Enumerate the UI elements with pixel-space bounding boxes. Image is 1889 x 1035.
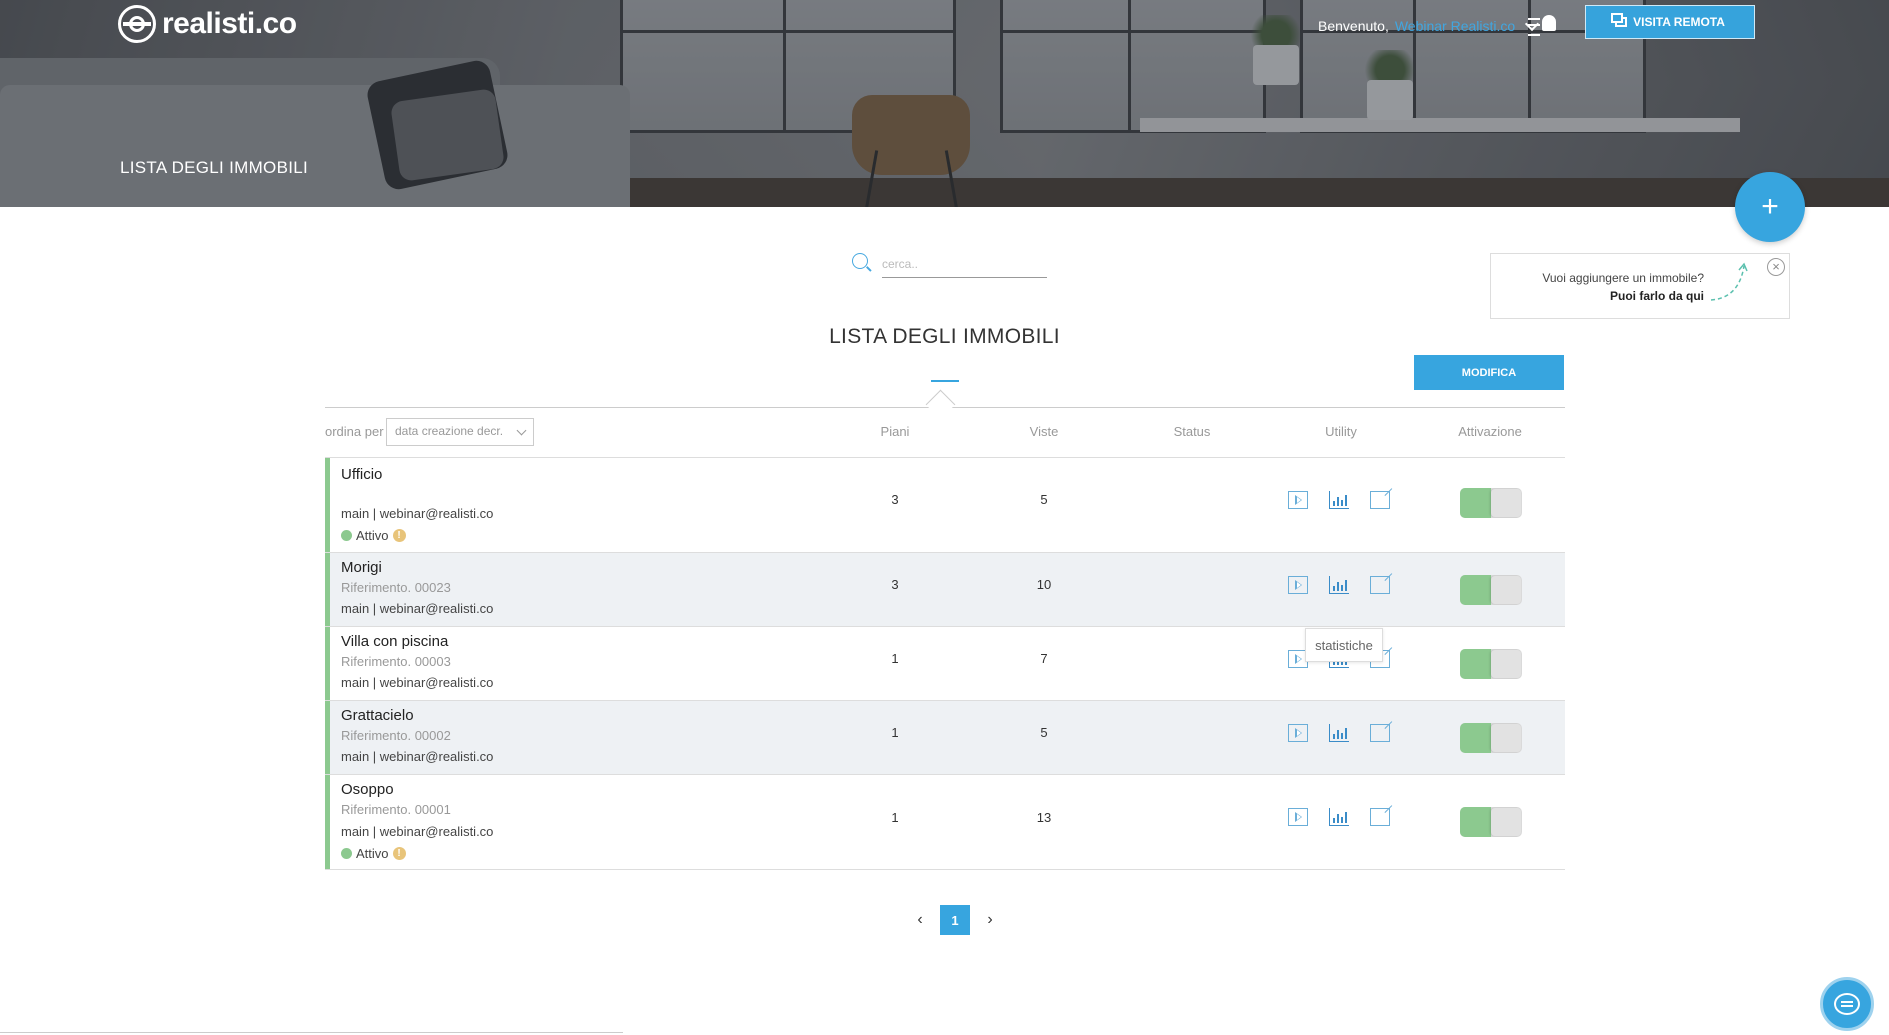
property-reference: Riferimento. 00001 xyxy=(341,802,451,817)
property-name[interactable]: Villa con piscina xyxy=(341,633,448,650)
column-header-utility: Utility xyxy=(1325,424,1357,439)
tooltip: statistiche xyxy=(1305,628,1383,662)
column-header-attivazione: Attivazione xyxy=(1458,424,1522,439)
table-row[interactable]: Osoppo Riferimento. 00001 main | webinar… xyxy=(325,775,1565,870)
edit-button[interactable]: MODIFICA xyxy=(1414,355,1564,390)
viste-value: 10 xyxy=(1036,577,1052,592)
viste-value: 5 xyxy=(1040,492,1048,507)
property-owner: main | webinar@realisti.co xyxy=(341,601,494,616)
piani-value: 3 xyxy=(891,577,899,592)
warning-icon: ! xyxy=(392,529,406,542)
statistics-icon[interactable] xyxy=(1329,576,1349,594)
page-button[interactable]: 1 xyxy=(940,905,970,935)
activation-toggle[interactable] xyxy=(1460,649,1522,679)
property-name[interactable]: Ufficio xyxy=(341,466,382,483)
statistics-icon[interactable] xyxy=(1329,724,1349,742)
piani-value: 1 xyxy=(891,810,899,825)
statistics-icon[interactable] xyxy=(1329,808,1349,826)
search-icon xyxy=(852,253,868,269)
sort-select[interactable]: data creazione decr. xyxy=(386,418,534,446)
play-icon[interactable] xyxy=(1288,724,1308,742)
sort-value: data creazione decr. xyxy=(395,424,504,438)
viste-value: 5 xyxy=(1040,725,1048,740)
property-name[interactable]: Grattacielo xyxy=(341,707,414,724)
status-badge: Attivo! xyxy=(341,846,406,861)
close-icon[interactable]: × xyxy=(1767,258,1785,276)
external-link-icon[interactable] xyxy=(1370,576,1390,594)
viste-value: 7 xyxy=(1040,651,1048,666)
property-name[interactable]: Osoppo xyxy=(341,781,394,798)
prev-page-icon[interactable]: ‹ xyxy=(910,910,930,930)
next-page-icon[interactable]: › xyxy=(980,910,1000,930)
user-name[interactable]: Webinar Realisti.co xyxy=(1395,18,1515,34)
remote-visit-label: VISITA REMOTA xyxy=(1633,15,1725,29)
status-badge: Attivo! xyxy=(341,528,406,543)
logo-icon xyxy=(118,5,156,43)
column-header-viste: Viste xyxy=(1029,424,1059,439)
page-title: LISTA DEGLI IMMOBILI xyxy=(829,325,1060,348)
piani-value: 1 xyxy=(891,651,899,666)
column-header-status: Status xyxy=(1173,424,1211,439)
play-icon[interactable] xyxy=(1288,576,1308,594)
property-name[interactable]: Morigi xyxy=(341,559,382,576)
external-link-icon[interactable] xyxy=(1370,724,1390,742)
user-menu[interactable]: Benvenuto, Webinar Realisti.co xyxy=(1318,16,1540,34)
bottom-divider xyxy=(0,1032,623,1033)
table-row[interactable]: Morigi Riferimento. 00023 main | webinar… xyxy=(325,553,1565,627)
title-underline xyxy=(931,380,959,382)
external-link-icon[interactable] xyxy=(1370,808,1390,826)
welcome-text: Benvenuto, xyxy=(1318,18,1389,34)
property-owner: main | webinar@realisti.co xyxy=(341,824,494,839)
pagination: ‹ 1 › xyxy=(910,905,1000,935)
statistics-icon[interactable] xyxy=(1329,491,1349,509)
hint-answer: Puoi farlo da qui xyxy=(1609,289,1704,303)
search-input[interactable] xyxy=(882,251,1047,278)
play-icon[interactable] xyxy=(1288,491,1308,509)
add-property-button[interactable]: + xyxy=(1735,172,1805,242)
property-owner: main | webinar@realisti.co xyxy=(341,675,494,690)
warning-icon: ! xyxy=(392,847,406,860)
hero-title: LISTA DEGLI IMMOBILI xyxy=(120,158,309,177)
column-header-piani: Piani xyxy=(880,424,910,439)
logo-text: realisti.co xyxy=(162,7,297,40)
activation-toggle[interactable] xyxy=(1460,488,1522,518)
property-reference: Riferimento. 00023 xyxy=(341,580,451,595)
external-link-icon[interactable] xyxy=(1370,491,1390,509)
add-property-hint: Vuoi aggiungere un immobile? Puoi farlo … xyxy=(1490,253,1790,319)
chat-icon[interactable] xyxy=(1820,977,1874,1031)
bell-icon[interactable] xyxy=(1528,15,1558,39)
play-icon[interactable] xyxy=(1288,808,1308,826)
table-row[interactable]: Grattacielo Riferimento. 00002 main | we… xyxy=(325,701,1565,775)
sort-label: ordina per xyxy=(325,424,384,439)
divider-notch xyxy=(925,389,956,420)
windows-icon xyxy=(1611,13,1628,27)
activation-toggle[interactable] xyxy=(1460,575,1522,605)
logo[interactable]: realisti.co xyxy=(118,5,297,43)
search-bar xyxy=(850,251,1050,279)
property-owner: main | webinar@realisti.co xyxy=(341,506,494,521)
arrow-icon xyxy=(1710,262,1748,301)
activation-toggle[interactable] xyxy=(1460,807,1522,837)
piani-value: 1 xyxy=(891,725,899,740)
property-reference: Riferimento. 00003 xyxy=(341,654,451,669)
hint-question: Vuoi aggiungere un immobile? xyxy=(1542,271,1704,285)
chevron-down-icon xyxy=(516,425,527,436)
table-row[interactable]: Ufficio main | webinar@realisti.co Attiv… xyxy=(325,458,1565,553)
piani-value: 3 xyxy=(891,492,899,507)
property-reference: Riferimento. 00002 xyxy=(341,728,451,743)
remote-visit-button[interactable]: VISITA REMOTA xyxy=(1585,5,1755,39)
viste-value: 13 xyxy=(1036,810,1052,825)
activation-toggle[interactable] xyxy=(1460,723,1522,753)
property-owner: main | webinar@realisti.co xyxy=(341,749,494,764)
